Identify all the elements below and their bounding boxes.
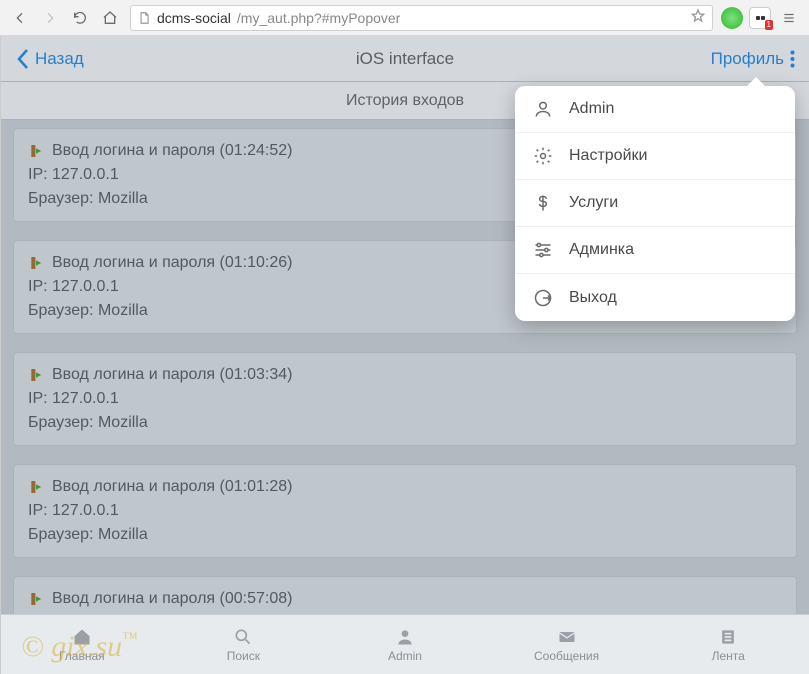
list-item: Ввод логина и пароля (01:03:34) IP: 127.…	[13, 352, 797, 446]
item-title: Ввод логина и пароля (01:03:34)	[52, 363, 292, 387]
item-title: Ввод логина и пароля (00:57:08)	[52, 587, 292, 611]
list-item: Ввод логина и пароля (00:57:08) IP: 127.…	[13, 576, 797, 614]
popover-item-logout[interactable]: Выход	[515, 274, 795, 321]
login-arrow-icon	[28, 255, 44, 271]
app-viewport: Назад iOS interface Профиль История вход…	[0, 36, 809, 674]
profile-link[interactable]: Профиль	[711, 49, 784, 69]
nav-back-button[interactable]	[6, 4, 34, 32]
tab-search[interactable]: Поиск	[163, 615, 325, 674]
login-arrow-icon	[28, 367, 44, 383]
chrome-menu-button[interactable]	[775, 4, 803, 32]
tab-label: Лента	[712, 649, 745, 663]
popover-item-adminka[interactable]: Админка	[515, 227, 795, 274]
browser-chrome: dcms-social/my_aut.php?#myPopover 1	[0, 0, 809, 36]
popover-item-admin[interactable]: Admin	[515, 86, 795, 133]
topbar: Назад iOS interface Профиль	[1, 36, 809, 82]
extension-badge-icon[interactable]: 1	[749, 7, 771, 29]
popover-item-services[interactable]: Услуги	[515, 180, 795, 227]
item-title: Ввод логина и пароля (01:01:28)	[52, 475, 292, 499]
search-icon	[233, 627, 253, 647]
logout-icon	[533, 288, 553, 308]
back-button[interactable]: Назад	[15, 48, 84, 70]
vertical-dots-icon[interactable]	[790, 50, 795, 68]
home-icon	[72, 627, 92, 647]
user-icon	[533, 99, 553, 119]
item-ip: IP: 127.0.0.1	[28, 387, 782, 411]
home-button[interactable]	[96, 4, 124, 32]
feed-icon	[718, 627, 738, 647]
popover-item-label: Админка	[569, 241, 634, 259]
profile-icon	[395, 627, 415, 647]
url-path: /my_aut.php?#myPopover	[237, 10, 400, 26]
extension-green-icon[interactable]	[721, 7, 743, 29]
url-host: dcms-social	[157, 10, 231, 26]
reload-button[interactable]	[66, 4, 94, 32]
item-browser: Браузер: Mozilla	[28, 523, 782, 547]
gear-icon	[533, 146, 553, 166]
address-bar[interactable]: dcms-social/my_aut.php?#myPopover	[130, 5, 713, 31]
tab-messages[interactable]: Сообщения	[486, 615, 648, 674]
page-icon	[137, 11, 151, 25]
dollar-icon	[533, 193, 553, 213]
popover-item-label: Услуги	[569, 194, 618, 212]
list-item: Ввод логина и пароля (01:01:28) IP: 127.…	[13, 464, 797, 558]
item-title: Ввод логина и пароля (01:10:26)	[52, 251, 292, 275]
back-label: Назад	[35, 49, 84, 69]
tab-feed[interactable]: Лента	[647, 615, 809, 674]
sliders-icon	[533, 240, 553, 260]
tab-profile[interactable]: Admin	[324, 615, 486, 674]
tab-home[interactable]: Главная	[1, 615, 163, 674]
item-ip: IP: 127.0.0.1	[28, 499, 782, 523]
popover-item-label: Admin	[569, 100, 614, 118]
bookmark-star-icon[interactable]	[690, 8, 706, 27]
mail-icon	[557, 627, 577, 647]
popover-item-settings[interactable]: Настройки	[515, 133, 795, 180]
tab-label: Сообщения	[534, 649, 599, 663]
login-arrow-icon	[28, 143, 44, 159]
tab-label: Admin	[388, 649, 422, 663]
extension-badge-count: 1	[765, 20, 773, 30]
login-arrow-icon	[28, 591, 44, 607]
popover-item-label: Выход	[569, 289, 617, 307]
subheader-title: История входов	[346, 92, 464, 110]
item-browser: Браузер: Mozilla	[28, 411, 782, 435]
popover-item-label: Настройки	[569, 147, 647, 165]
profile-popover: Admin Настройки Услуги Админка Выход	[515, 86, 795, 321]
bottom-tabbar: Главная Поиск Admin Сообщения Лента	[1, 614, 809, 674]
nav-forward-button[interactable]	[36, 4, 64, 32]
item-title: Ввод логина и пароля (01:24:52)	[52, 139, 292, 163]
tab-label: Главная	[59, 649, 105, 663]
tab-label: Поиск	[227, 649, 260, 663]
login-arrow-icon	[28, 479, 44, 495]
page-title: iOS interface	[1, 49, 809, 69]
